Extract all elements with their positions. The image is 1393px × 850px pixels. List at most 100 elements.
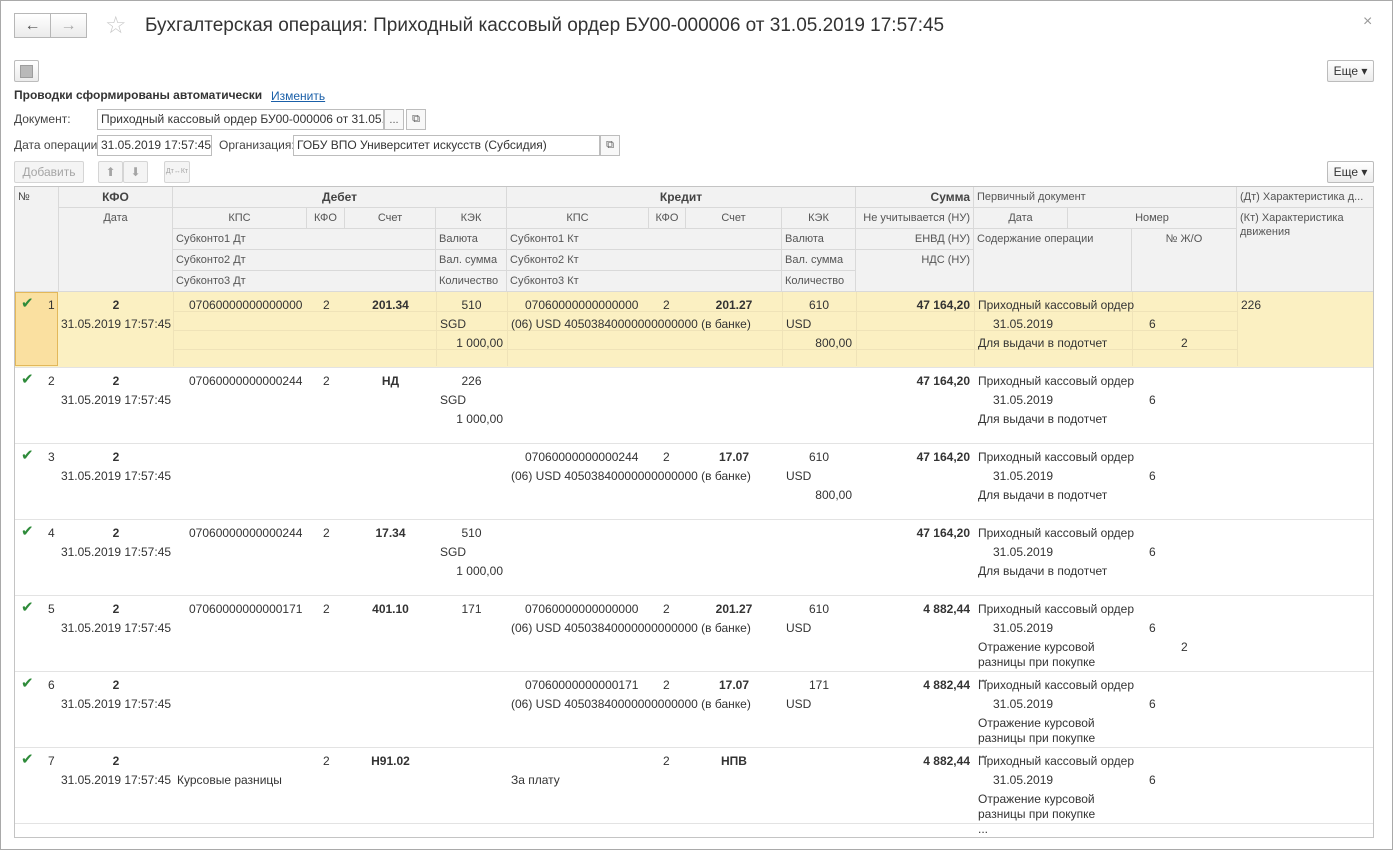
column-divider xyxy=(1237,292,1238,366)
row-dt-currency: SGD xyxy=(440,545,467,559)
header-pd-number[interactable]: Номер xyxy=(1068,208,1237,229)
header-num[interactable]: № xyxy=(15,187,59,292)
header-kt-sub2[interactable]: Субконто2 Кт xyxy=(507,250,782,271)
row-jo: 2 xyxy=(1181,336,1188,350)
save-button[interactable] xyxy=(14,60,39,82)
open-icon: ⧉ xyxy=(412,113,420,125)
header-primary-doc[interactable]: Первичный документ xyxy=(974,187,1237,208)
row-dt-kps: 07060000000000171 xyxy=(189,602,303,616)
document-field[interactable]: Приходный кассовый ордер БУ00-000006 от … xyxy=(97,109,384,130)
row-kfo: 2 xyxy=(112,602,120,616)
check-icon: ✔ xyxy=(21,751,34,768)
table-row[interactable]: ✔ 5 2 31.05.2019 17:57:45 07060000000000171 2… xyxy=(15,596,1373,684)
row-pd-number: 6 xyxy=(1149,317,1156,331)
header-nds[interactable]: НДС (НУ) xyxy=(856,250,974,292)
header-kt-kek[interactable]: КЭК xyxy=(782,208,856,229)
row-number: 6 xyxy=(48,678,55,692)
organization-field[interactable]: ГОБУ ВПО Университет искусств (Субсидия) xyxy=(293,135,600,156)
favorite-star-icon[interactable]: ☆ xyxy=(105,13,127,39)
row-kt-kek: 610 xyxy=(808,298,830,312)
header-jo[interactable]: № Ж/О xyxy=(1132,229,1237,292)
header-kt-account[interactable]: Счет xyxy=(686,208,782,229)
header-kt-kfo[interactable]: КФО xyxy=(649,208,686,229)
row-dt-account: 201.34 xyxy=(372,298,409,312)
row-kfo: 2 xyxy=(112,374,120,388)
more-button-table[interactable]: Еще ▾ xyxy=(1327,161,1374,183)
table-row[interactable]: ✔ 3 2 31.05.2019 17:57:45 07060000000000244 2… xyxy=(15,444,1373,520)
header-kt-sub3[interactable]: Субконто3 Кт xyxy=(507,271,782,292)
move-up-button[interactable]: ⬆ xyxy=(98,161,123,183)
row-jo: 2 xyxy=(1181,640,1188,654)
more-button-top[interactable]: Еще ▾ xyxy=(1327,60,1374,82)
row-number: 7 xyxy=(48,754,55,768)
row-dt-qty: 1 000,00 xyxy=(456,564,503,578)
row-sum: 4 882,44 xyxy=(923,602,970,616)
row-kfo: 2 xyxy=(112,450,120,464)
row-pd-date: 31.05.2019 xyxy=(993,621,1054,635)
table-row[interactable]: ✔ 4 2 31.05.2019 17:57:45 07060000000000244 2… xyxy=(15,520,1373,596)
column-divider xyxy=(507,292,508,366)
header-dt-char[interactable]: (Дт) Характеристика д... xyxy=(1237,187,1373,208)
header-dt-kek[interactable]: КЭК xyxy=(436,208,507,229)
add-button[interactable]: Добавить xyxy=(14,161,84,183)
header-kt-cur-sum[interactable]: Вал. сумма xyxy=(782,250,856,271)
close-icon[interactable]: × xyxy=(1363,13,1372,31)
check-icon: ✔ xyxy=(21,295,34,312)
header-sum[interactable]: Сумма xyxy=(856,187,974,208)
header-dt-currency[interactable]: Валюта xyxy=(436,229,507,250)
row-kt-currency: USD xyxy=(786,621,812,635)
header-envd[interactable]: ЕНВД (НУ) xyxy=(856,229,974,250)
header-content[interactable]: Содержание операции xyxy=(974,229,1132,292)
row-kt-kfo: 2 xyxy=(663,450,670,464)
header-dt-account[interactable]: Счет xyxy=(345,208,436,229)
row-pd-number: 6 xyxy=(1149,773,1156,787)
row-pd-date: 31.05.2019 xyxy=(993,697,1054,711)
header-dt-kps[interactable]: КПС xyxy=(173,208,307,229)
header-dt-sub1[interactable]: Субконто1 Дт xyxy=(173,229,436,250)
operation-date-field[interactable]: 31.05.2019 17:57:45 xyxy=(97,135,212,156)
header-dt-kfo[interactable]: КФО xyxy=(307,208,345,229)
document-select-button[interactable]: ... xyxy=(384,109,404,130)
row-pd-name: Приходный кассовый ордер xyxy=(978,754,1135,768)
header-kt-sub1[interactable]: Субконто1 Кт xyxy=(507,229,782,250)
header-pd-date[interactable]: Дата xyxy=(974,208,1068,229)
row-kt-account: НПВ xyxy=(721,754,747,768)
change-link[interactable]: Изменить xyxy=(271,89,325,103)
header-kt-char[interactable]: (Кт) Характеристика движения xyxy=(1237,208,1373,292)
row-kfo: 2 xyxy=(112,526,120,540)
row-kt-kps: 07060000000000000 xyxy=(525,298,639,312)
row-pd-name: Приходный кассовый ордер xyxy=(978,374,1135,388)
header-dt-qty[interactable]: Количество xyxy=(436,271,507,292)
header-kt-kps[interactable]: КПС xyxy=(507,208,649,229)
header-nu[interactable]: Не учитывается (НУ) xyxy=(856,208,974,229)
forward-button[interactable]: → xyxy=(50,13,87,38)
table-row[interactable]: ✔ 2 2 31.05.2019 17:57:45 07060000000000244 2… xyxy=(15,368,1373,444)
header-dt-sub2[interactable]: Субконто2 Дт xyxy=(173,250,436,271)
table-row[interactable]: ✔ 6 2 31.05.2019 17:57:45 07060000000000171 2… xyxy=(15,672,1373,760)
header-dt-cur-sum[interactable]: Вал. сумма xyxy=(436,250,507,271)
arrow-down-icon: ⬇ xyxy=(130,165,141,179)
back-button[interactable]: ← xyxy=(14,13,51,38)
row-number: 5 xyxy=(48,602,55,616)
arrow-left-icon: ← xyxy=(24,16,41,34)
header-kfo[interactable]: КФО xyxy=(59,187,173,208)
move-down-button[interactable]: ⬇ xyxy=(123,161,148,183)
organization-label: Организация: xyxy=(219,138,295,152)
organization-open-button[interactable]: ⧉ xyxy=(600,135,620,156)
header-date[interactable]: Дата xyxy=(59,208,173,292)
row-kt-kps: 07060000000000171 xyxy=(525,678,639,692)
header-kt-qty[interactable]: Количество xyxy=(782,271,856,292)
table-row[interactable]: ✔ 7 2 31.05.2019 17:57:45 2 Н91.02 Курсовые ра… xyxy=(15,748,1373,836)
row-pd-date: 31.05.2019 xyxy=(993,469,1054,483)
operation-date-label: Дата операции: xyxy=(14,138,101,152)
header-dt-sub3[interactable]: Субконто3 Дт xyxy=(173,271,436,292)
table-row[interactable]: ✔ 1 2 31.05.2019 17:57:45 07060000000000000 2… xyxy=(15,292,1373,368)
document-open-button[interactable]: ⧉ xyxy=(406,109,426,130)
row-kt-kek: 610 xyxy=(808,602,830,616)
row-kt-kfo: 2 xyxy=(663,754,670,768)
row-kfo: 2 xyxy=(112,754,120,768)
swap-dt-kt-button[interactable]: Дт↔Кт xyxy=(164,161,190,183)
row-pd-number: 6 xyxy=(1149,469,1156,483)
row-dt-account: Н91.02 xyxy=(371,754,410,768)
header-kt-currency[interactable]: Валюта xyxy=(782,229,856,250)
